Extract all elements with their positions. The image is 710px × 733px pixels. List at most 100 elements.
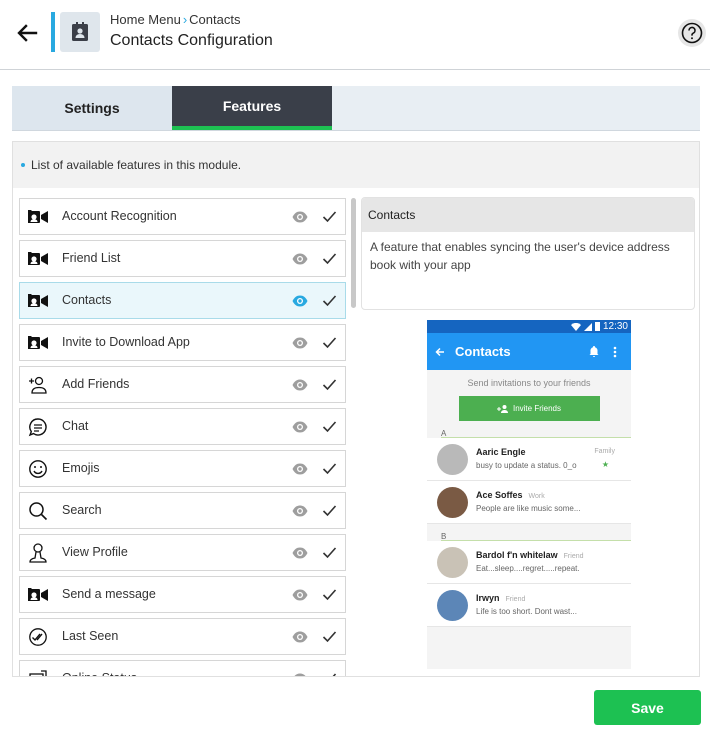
save-button[interactable]: Save: [594, 690, 701, 725]
feature-item[interactable]: Account Recognition: [19, 198, 346, 235]
check-icon[interactable]: [322, 419, 337, 434]
signal-icon: [583, 322, 592, 331]
search-icon: [27, 501, 49, 521]
check-icon[interactable]: [322, 293, 337, 308]
feature-label: Search: [62, 503, 102, 517]
feature-label: Last Seen: [62, 629, 119, 643]
feature-item[interactable]: Last Seen: [19, 618, 346, 655]
contacts-book-icon: [60, 12, 100, 52]
double-check-icon: [27, 627, 49, 647]
breadcrumb-current: Contacts: [189, 12, 241, 27]
check-icon[interactable]: [322, 545, 337, 560]
smiley-icon: [27, 459, 49, 479]
phone-status-bar: 12:30: [427, 320, 631, 333]
eye-icon[interactable]: [292, 630, 308, 644]
feature-item[interactable]: Contacts: [19, 282, 346, 319]
features-panel: List of available features in this modul…: [12, 141, 700, 677]
eye-icon[interactable]: [292, 462, 308, 476]
video-camera-icon: [27, 585, 49, 605]
phone-section-b: B: [441, 532, 447, 541]
contact-status: Eat...sleep....regret.....repeat.: [476, 564, 580, 573]
feature-label: Contacts: [62, 293, 112, 307]
video-camera-icon: [27, 333, 49, 353]
tab-settings[interactable]: Settings: [12, 86, 172, 130]
feature-item[interactable]: Chat: [19, 408, 346, 445]
contact-status: People are like music some...: [476, 504, 581, 513]
check-icon[interactable]: [322, 209, 337, 224]
avatar: [437, 547, 468, 578]
wifi-icon: [570, 322, 581, 331]
feature-item[interactable]: Search: [19, 492, 346, 529]
check-icon[interactable]: [322, 377, 337, 392]
avatar: [437, 487, 468, 518]
check-icon[interactable]: [322, 629, 337, 644]
tab-bar: Settings Features: [12, 86, 700, 131]
contact-name: Ace Soffes: [476, 490, 523, 500]
star-icon: ★: [601, 460, 609, 469]
feature-item[interactable]: Invite to Download App: [19, 324, 346, 361]
add-person-icon: [27, 375, 49, 395]
phone-time: 12:30: [602, 321, 628, 332]
feature-item[interactable]: Send a message: [19, 576, 346, 613]
help-icon[interactable]: [678, 19, 706, 47]
eye-icon[interactable]: [292, 672, 308, 676]
info-strip: List of available features in this modul…: [13, 142, 699, 188]
status-icon: [27, 669, 49, 676]
check-icon[interactable]: [322, 461, 337, 476]
phone-contact-row: Irwyn Friend Life is too short. Dont wast.…: [427, 584, 631, 627]
phone-invite-button: Invite Friends: [458, 396, 600, 421]
eye-icon[interactable]: [292, 420, 308, 434]
feature-item[interactable]: Online Status: [19, 660, 346, 676]
check-icon[interactable]: [322, 335, 337, 350]
eye-icon[interactable]: [292, 588, 308, 602]
check-icon[interactable]: [322, 587, 337, 602]
check-icon[interactable]: [322, 671, 337, 676]
eye-icon[interactable]: [292, 336, 308, 350]
avatar: [437, 444, 468, 475]
phone-contact-row: Bardol f'n whitelaw Friend Eat...sleep....…: [427, 541, 631, 584]
feature-item[interactable]: View Profile: [19, 534, 346, 571]
eye-icon[interactable]: [292, 210, 308, 224]
feature-detail-card: Contacts A feature that enables syncing …: [361, 197, 695, 310]
check-icon[interactable]: [322, 503, 337, 518]
feature-label: Chat: [62, 419, 89, 433]
eye-icon[interactable]: [292, 252, 308, 266]
tab-features[interactable]: Features: [172, 86, 332, 130]
phone-invite-text: Send invitations to your friends: [467, 378, 591, 388]
back-arrow-icon[interactable]: [14, 20, 40, 46]
breadcrumb-home[interactable]: Home Menu: [110, 12, 181, 27]
bell-icon: [589, 346, 599, 357]
feature-label: Online Status: [62, 671, 137, 676]
contact-tag: Friend: [563, 553, 584, 560]
feature-label: Friend List: [62, 251, 121, 265]
feature-label: View Profile: [62, 545, 128, 559]
eye-icon[interactable]: [292, 294, 308, 308]
eye-icon[interactable]: [292, 546, 308, 560]
add-person-icon: [496, 404, 508, 413]
phone-contact-row: Ace Soffes Work People are like music some…: [427, 481, 631, 524]
list-scrollbar[interactable]: [351, 198, 356, 308]
info-text: List of available features in this modul…: [31, 158, 242, 172]
feature-label: Send a message: [62, 587, 156, 601]
phone-app-title: Contacts: [455, 344, 511, 359]
detail-description: A feature that enables syncing the user'…: [370, 240, 670, 272]
phone-contact-row: Aaric Engle busy to update a status. 0_o F…: [427, 438, 631, 481]
feature-item[interactable]: Add Friends: [19, 366, 346, 403]
eye-icon[interactable]: [292, 504, 308, 518]
eye-icon[interactable]: [292, 378, 308, 392]
check-icon[interactable]: [322, 251, 337, 266]
feature-preview-image: 12:30 Contacts Send invitations to your …: [427, 320, 631, 669]
feature-label: Add Friends: [62, 377, 130, 391]
feature-item[interactable]: Friend List: [19, 240, 346, 277]
feature-item[interactable]: Emojis: [19, 450, 346, 487]
more-vert-icon: [613, 346, 617, 358]
feature-label: Account Recognition: [62, 209, 177, 223]
page-title: Contacts Configuration: [110, 32, 273, 49]
contact-tag: Work: [528, 493, 545, 500]
profile-icon: [27, 543, 49, 563]
feature-label: Emojis: [62, 461, 100, 475]
video-camera-icon: [27, 249, 49, 269]
accent-bar: [51, 12, 55, 52]
contact-name: Aaric Engle: [476, 447, 526, 457]
contact-status: Life is too short. Dont wast...: [476, 607, 577, 616]
